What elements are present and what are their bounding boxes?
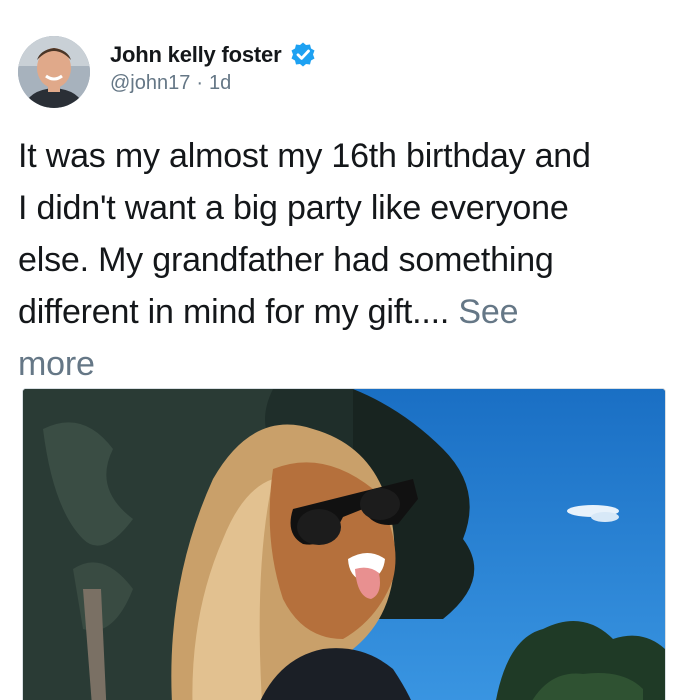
display-name[interactable]: John kelly foster	[110, 42, 282, 68]
tweet-header: John kelly foster @john17 · 1d	[18, 36, 678, 116]
name-row: John kelly foster	[110, 40, 317, 70]
tweet-card: John kelly foster @john17 · 1d It was my…	[0, 0, 700, 700]
avatar-photo-icon	[18, 36, 90, 108]
avatar[interactable]	[18, 36, 90, 108]
tweet-text-line: else. My grandfather had something	[18, 241, 554, 279]
handle[interactable]: @john17	[110, 72, 190, 95]
tweet-text: It was my almost my 16th birthday and I …	[18, 130, 686, 390]
meta-row: @john17 · 1d	[110, 72, 231, 95]
tweet-text-line: more	[18, 338, 686, 390]
tweet-text-line: It was my almost my 16th birthday and	[18, 137, 591, 175]
meta-separator: ·	[196, 72, 204, 94]
tweet-media-image[interactable]	[22, 388, 666, 700]
tweet-text-line: I didn't want a big party like everyone	[18, 189, 569, 227]
tweet-text-line: different in mind for my gift.... See	[18, 286, 686, 338]
see-more-link-continued[interactable]: more	[18, 345, 95, 383]
verified-badge-icon	[289, 41, 317, 69]
photo-girl-sunglasses-icon	[23, 389, 665, 700]
timestamp[interactable]: 1d	[209, 72, 231, 95]
tweet-text-line-content: different in mind for my gift....	[18, 293, 450, 331]
see-more-link[interactable]: See	[458, 293, 518, 331]
